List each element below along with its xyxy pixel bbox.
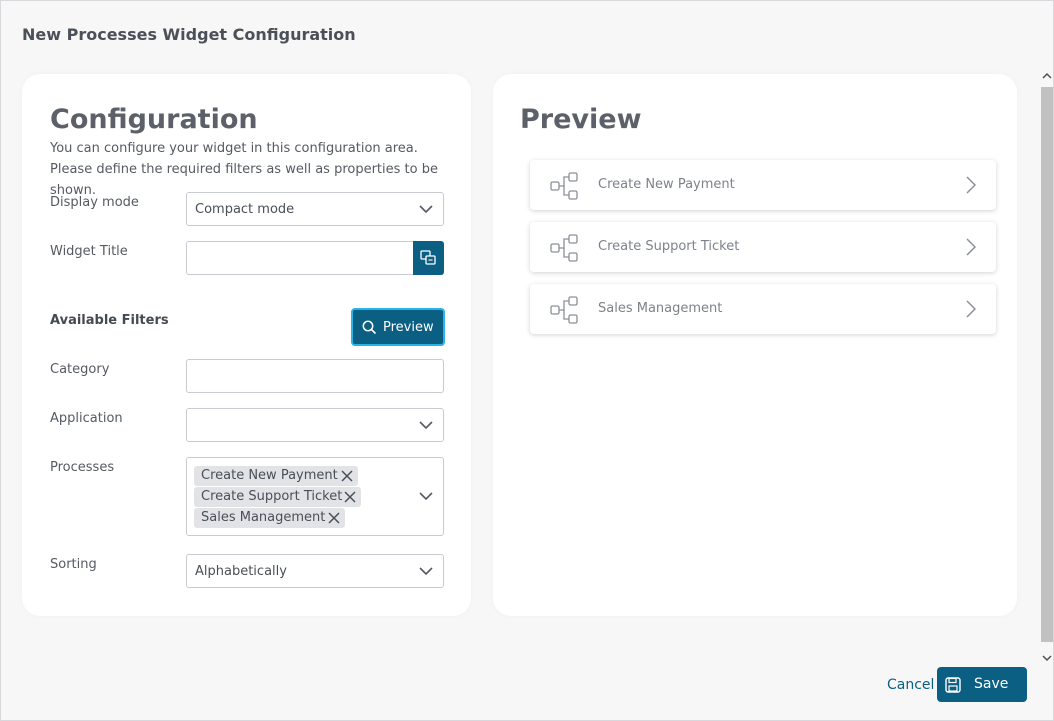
save-icon [945,677,961,693]
process-tag-label: Sales Management [201,510,326,525]
search-icon [362,320,377,335]
preview-button-label: Preview [383,320,434,335]
preview-process-item[interactable]: Sales Management [530,284,996,334]
save-button[interactable]: Save [937,667,1027,702]
scroll-up-icon[interactable] [1041,69,1053,83]
cancel-button[interactable]: Cancel [887,677,934,693]
remove-tag-icon[interactable] [328,512,340,524]
process-flow-icon [550,296,578,324]
widget-title-input[interactable] [186,241,444,275]
process-tag: Sales Management [194,508,345,528]
application-label: Application [50,411,123,426]
display-mode-select[interactable]: Compact mode [186,192,444,226]
process-tag-label: Create Support Ticket [201,489,343,504]
preview-heading: Preview [520,104,642,135]
preview-process-item[interactable]: Create Support Ticket [530,222,996,272]
available-filters-label: Available Filters [50,313,169,328]
widget-config-dialog: New Processes Widget Configuration Confi… [0,0,1054,721]
preview-process-name: Sales Management [598,301,723,316]
chevron-right-icon [966,238,976,256]
processes-label: Processes [50,460,115,475]
chevron-down-icon [419,205,433,214]
process-tag: Create New Payment [194,466,358,486]
preview-button[interactable]: Preview [351,308,445,346]
chevron-right-icon [966,176,976,194]
display-mode-label: Display mode [50,195,139,210]
sorting-label: Sorting [50,557,97,572]
dialog-title: New Processes Widget Configuration [22,25,356,44]
translate-icon [420,250,436,265]
process-tag: Create Support Ticket [194,487,361,507]
preview-process-name: Create Support Ticket [598,239,740,254]
sorting-select[interactable]: Alphabetically [186,554,444,588]
process-tag-label: Create New Payment [201,468,338,483]
scrollbar-thumb[interactable] [1041,87,1053,642]
chevron-down-icon [419,421,433,430]
configuration-panel: Configuration You can configure your wid… [22,74,471,616]
sorting-value: Alphabetically [195,564,287,579]
category-label: Category [50,362,110,377]
scroll-down-icon[interactable] [1041,651,1053,665]
translate-button[interactable] [413,241,444,275]
configuration-heading: Configuration [50,104,258,135]
vertical-scrollbar[interactable] [1039,67,1053,667]
save-button-label: Save [974,676,1009,692]
preview-panel: Preview Create New Payment Create Suppor… [493,74,1017,616]
display-mode-value: Compact mode [195,202,295,217]
process-flow-icon [550,172,578,200]
remove-tag-icon[interactable] [344,491,356,503]
chevron-down-icon [419,492,433,501]
chevron-down-icon [419,567,433,576]
chevron-right-icon [966,300,976,318]
preview-process-item[interactable]: Create New Payment [530,160,996,210]
preview-process-name: Create New Payment [598,177,735,192]
process-flow-icon [550,234,578,262]
processes-multiselect[interactable]: Create New Payment Create Support Ticket… [186,457,444,536]
remove-tag-icon[interactable] [341,470,353,482]
application-select[interactable] [186,408,444,442]
category-input[interactable] [186,359,444,393]
widget-title-label: Widget Title [50,244,128,259]
